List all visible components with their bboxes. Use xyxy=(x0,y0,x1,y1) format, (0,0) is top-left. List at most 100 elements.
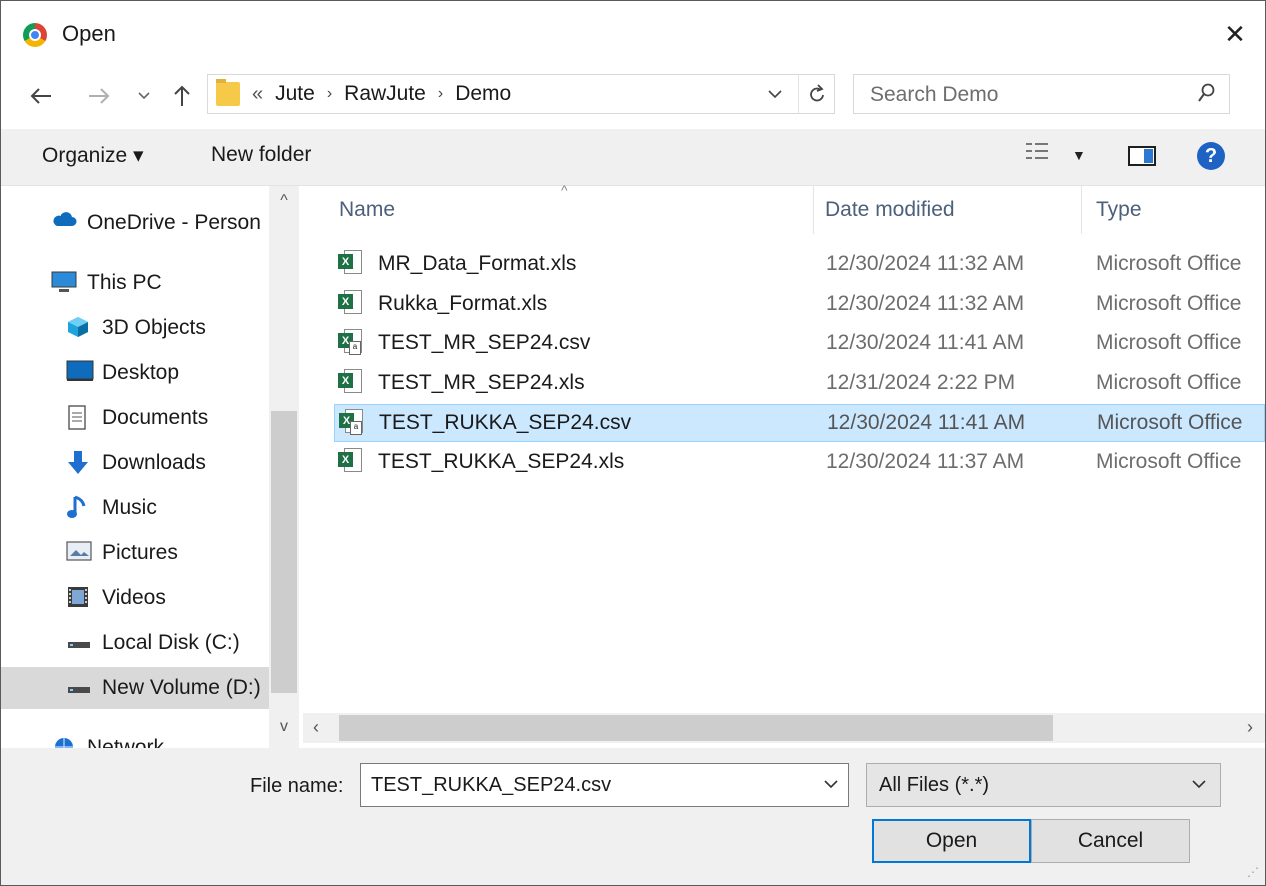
chrome-app-icon xyxy=(23,23,47,47)
column-divider[interactable] xyxy=(813,186,814,234)
cancel-button[interactable]: Cancel xyxy=(1031,819,1190,863)
videos-icon xyxy=(66,585,92,611)
sidebar-item-downloads[interactable]: Downloads xyxy=(1,442,269,484)
up-button[interactable] xyxy=(167,79,197,113)
refresh-button[interactable] xyxy=(798,75,835,113)
navigation-pane: OneDrive - Person This PC 3D Objects Deskto… xyxy=(1,186,301,748)
refresh-icon xyxy=(810,84,824,102)
arrow-right-icon xyxy=(89,88,110,104)
change-view-button[interactable] xyxy=(1026,141,1048,163)
column-header-type[interactable]: Type xyxy=(1096,186,1142,234)
sidebar-item-3d-objects[interactable]: 3D Objects xyxy=(1,307,269,349)
sidebar-item-desktop[interactable]: Desktop xyxy=(1,352,269,394)
file-type: Microsoft Office xyxy=(1096,252,1242,275)
close-button[interactable]: ✕ xyxy=(1205,1,1265,67)
recent-locations-button[interactable] xyxy=(133,79,155,113)
search-input[interactable]: Search Demo xyxy=(853,74,1230,114)
scroll-left-icon[interactable]: ‹ xyxy=(313,717,319,738)
overflow-chevron[interactable]: « xyxy=(252,83,263,106)
sidebar-item-label: Downloads xyxy=(102,451,206,474)
preview-pane-button[interactable] xyxy=(1128,146,1156,166)
file-name-value[interactable]: TEST_RUKKA_SEP24.csv xyxy=(371,774,611,797)
column-headers: ^ Name Date modified Type xyxy=(303,182,1265,236)
sidebar-item-label: OneDrive - Person xyxy=(87,211,261,234)
file-name: TEST_RUKKA_SEP24.csv xyxy=(379,411,632,434)
music-icon xyxy=(66,495,92,521)
chevron-down-icon xyxy=(1192,776,1206,793)
resize-grip-icon[interactable]: ⋰ xyxy=(1247,865,1259,879)
file-name-field[interactable]: TEST_RUKKA_SEP24.csv xyxy=(360,763,849,807)
file-date-modified: 12/30/2024 11:41 AM xyxy=(826,331,1025,354)
excel-file-icon: X xyxy=(338,250,362,276)
file-type-value: All Files (*.*) xyxy=(879,774,990,796)
sidebar-item-music[interactable]: Music xyxy=(1,487,269,529)
cube-icon xyxy=(66,315,92,341)
file-type-select[interactable]: All Files (*.*) xyxy=(866,763,1221,807)
sidebar-item-this-pc[interactable]: This PC xyxy=(1,262,269,304)
column-header-name[interactable]: Name xyxy=(339,186,395,234)
open-button[interactable]: Open xyxy=(872,819,1031,863)
organize-menu-button[interactable]: Organize ▾ xyxy=(42,143,144,168)
file-row[interactable]: X Rukka_Format.xls 12/30/2024 11:32 AM Micr… xyxy=(334,286,1265,324)
dialog-footer: File name: TEST_RUKKA_SEP24.csv All File… xyxy=(1,748,1265,885)
file-type: Microsoft Office xyxy=(1097,411,1243,434)
file-name: TEST_MR_SEP24.xls xyxy=(378,371,585,394)
sidebar-item-label: Documents xyxy=(102,406,209,429)
file-list-horizontal-scrollbar[interactable]: ‹ › xyxy=(303,713,1265,743)
file-name: Rukka_Format.xls xyxy=(378,292,548,315)
scroll-down-icon[interactable]: v xyxy=(269,718,299,736)
breadcrumb-item-rawjute[interactable]: RawJute xyxy=(344,82,426,106)
chevron-down-icon[interactable] xyxy=(824,776,838,793)
new-folder-button[interactable]: New folder xyxy=(211,143,311,167)
scrollbar-thumb[interactable] xyxy=(271,411,297,693)
sidebar-item-new-volume-d[interactable]: New Volume (D:) xyxy=(1,667,269,709)
help-button[interactable]: ? xyxy=(1197,142,1225,170)
pictures-icon xyxy=(66,540,92,566)
breadcrumb-item-demo[interactable]: Demo xyxy=(455,82,511,106)
address-bar[interactable]: « Jute › RawJute › Demo xyxy=(207,74,835,114)
desktop-icon xyxy=(66,360,94,386)
sidebar-item-label: Music xyxy=(102,496,157,519)
drive-icon xyxy=(66,630,92,656)
sidebar-item-documents[interactable]: Documents xyxy=(1,397,269,439)
drive-icon xyxy=(66,675,92,701)
file-date-modified: 12/30/2024 11:32 AM xyxy=(826,292,1025,315)
column-header-date-modified[interactable]: Date modified xyxy=(825,186,955,234)
sidebar-item-label: Network xyxy=(87,736,165,748)
excel-file-icon: X xyxy=(338,290,362,316)
file-row[interactable]: Xa TEST_RUKKA_SEP24.csv 12/30/2024 11:41 A… xyxy=(334,404,1265,442)
forward-button[interactable] xyxy=(81,79,117,113)
sidebar-item-label: Desktop xyxy=(102,361,180,384)
excel-csv-file-icon: Xa xyxy=(338,329,362,355)
breadcrumb-item-jute[interactable]: Jute xyxy=(275,82,315,106)
file-row[interactable]: Xa TEST_MR_SEP24.csv 12/30/2024 11:41 AM Mi… xyxy=(334,325,1265,363)
sort-ascending-icon: ^ xyxy=(561,182,568,198)
file-row[interactable]: X TEST_MR_SEP24.xls 12/31/2024 2:22 PM Micr… xyxy=(334,365,1265,403)
scroll-right-icon[interactable]: › xyxy=(1247,717,1253,738)
file-row[interactable]: X TEST_RUKKA_SEP24.xls 12/30/2024 11:37 AM… xyxy=(334,444,1265,482)
open-file-dialog: Open ✕ « Jute › RawJute › Demo Search De… xyxy=(0,0,1266,886)
breadcrumb: « Jute › RawJute › Demo xyxy=(252,75,511,113)
back-button[interactable] xyxy=(23,79,59,113)
file-name: TEST_MR_SEP24.csv xyxy=(378,331,591,354)
column-divider[interactable] xyxy=(1081,186,1082,234)
sidebar-item-local-disk-c[interactable]: Local Disk (C:) xyxy=(1,622,269,664)
file-type: Microsoft Office xyxy=(1096,292,1242,315)
excel-csv-file-icon: Xa xyxy=(339,409,363,435)
sidebar-item-label: Pictures xyxy=(102,541,178,564)
address-dropdown-button[interactable] xyxy=(760,75,790,113)
sidebar-item-pictures[interactable]: Pictures xyxy=(1,532,269,574)
sidebar-item-label: New Volume (D:) xyxy=(102,676,261,699)
scrollbar-thumb[interactable] xyxy=(339,715,1053,741)
file-row[interactable]: X MR_Data_Format.xls 12/30/2024 11:32 AM Mi… xyxy=(334,246,1265,284)
navigation-pane-scrollbar[interactable]: ^ v xyxy=(269,186,299,748)
excel-file-icon: X xyxy=(338,448,362,474)
arrow-up-icon xyxy=(174,85,190,106)
scroll-up-icon[interactable]: ^ xyxy=(269,192,299,210)
view-dropdown-button[interactable]: ▼ xyxy=(1072,147,1086,163)
file-date-modified: 12/31/2024 2:22 PM xyxy=(826,371,1016,394)
sidebar-item-videos[interactable]: Videos xyxy=(1,577,269,619)
sidebar-item-network[interactable]: Network xyxy=(1,727,269,748)
sidebar-item-onedrive-person[interactable]: OneDrive - Person xyxy=(1,202,269,244)
sidebar-item-label: This PC xyxy=(87,271,162,294)
